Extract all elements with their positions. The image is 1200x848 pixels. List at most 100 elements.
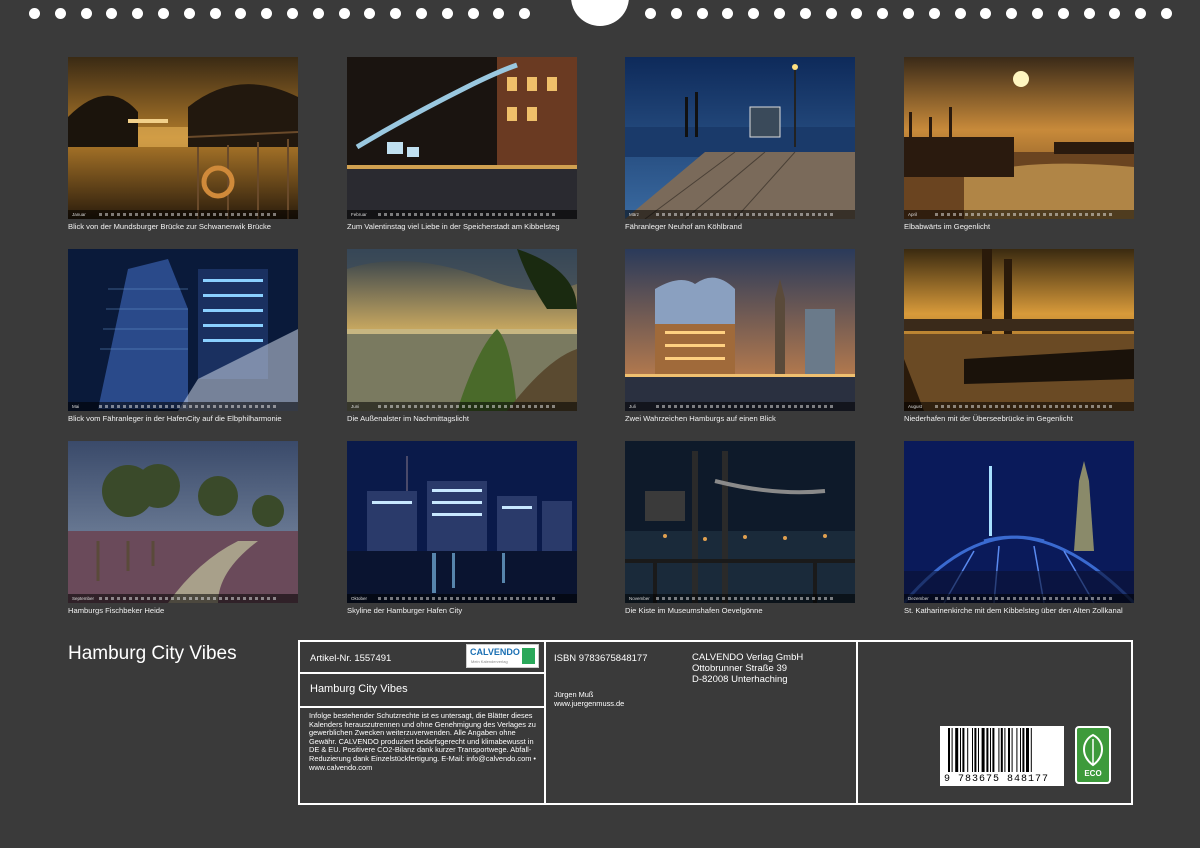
photo-caption: Fähranleger Neuhof am Köhlbrand [625,222,742,231]
publisher-address: CALVENDO Verlag GmbH Ottobrunner Straße … [692,652,804,685]
photo-card: September Hamburgs Fischbeker Heide [68,441,298,616]
binding-hole [184,8,195,19]
binding-hole [132,8,143,19]
month-label: Dezember [908,596,929,601]
month-strip: März [625,210,855,219]
month-label: August [908,404,923,409]
calvendo-logo: CALVENDO Mein Kalenderverlag [466,644,539,668]
month-strip: Juni [347,402,577,411]
binding-hole [800,8,811,19]
binding-hole [81,8,92,19]
month-strip: August [904,402,1134,411]
info-box: Artikel-Nr. 1557491 CALVENDO Mein Kalend… [298,640,1133,805]
binding-hole [851,8,862,19]
month-label: März [629,212,639,217]
photo: September [68,441,298,603]
month-label: September [72,596,95,601]
binding-hole [1109,8,1120,19]
photo-caption: Blick vom Fähranleger in der HafenCity a… [68,414,282,423]
binding-hole [1084,8,1095,19]
photo: April [904,57,1134,219]
month-label: Januar [72,212,86,217]
binding-hole [106,8,117,19]
month-strip: Dezember [904,594,1134,603]
photo-caption: Elbabwärts im Gegenlicht [904,222,991,231]
binding-hole [287,8,298,19]
binding-hole [980,8,991,19]
photo: Dezember [904,441,1134,603]
month-strip: November [625,594,855,603]
isbn: ISBN 9783675848177 [554,653,648,664]
calendar-title: Hamburg City Vibes [68,643,237,664]
binding-hole [29,8,40,19]
binding-hole [748,8,759,19]
binding-hole [339,8,350,19]
photo-card: Juli Zwei Wahrzeichen Hamburgs auf einen … [625,249,855,424]
barcode: 9 783675 848177 [940,726,1064,786]
binding-hole [774,8,785,19]
binding-hole [1058,8,1069,19]
binding-hole [235,8,246,19]
binding-hole [877,8,888,19]
photo-caption: Niederhafen mit der Überseebrücke im Geg… [904,414,1073,423]
photo-caption: Skyline der Hamburger Hafen City [347,606,463,615]
photo: November [625,441,855,603]
binding-hole [929,8,940,19]
binding-hole [1135,8,1146,19]
photo-card: Mai Blick vom Fähranleger in der HafenCit… [68,249,298,424]
photo-card: April Elbabwärts im Gegenlicht [904,57,1134,232]
binding-hole [364,8,375,19]
photo-caption: Die Außenalster im Nachmittagslicht [347,414,469,423]
photo: August [904,249,1134,411]
divider [300,672,544,674]
binding-hole [1006,8,1017,19]
photo: Juni [347,249,577,411]
photo-card: Juni Die Außenalster im Nachmittagslicht [347,249,577,424]
month-strip: Oktober [347,594,577,603]
binding-hole [468,8,479,19]
binding-hole [903,8,914,19]
binding-hole [1161,8,1172,19]
leaf-icon [1083,733,1103,767]
binding-hole [493,8,504,19]
binding-hole [55,8,66,19]
binding-hole [261,8,272,19]
month-label: November [629,596,650,601]
photo-card: August Niederhafen mit der Überseebrücke … [904,249,1134,424]
month-strip: Februar [347,210,577,219]
binding-hole [826,8,837,19]
photo: Mai [68,249,298,411]
month-strip: Mai [68,402,298,411]
photo-caption: Zwei Wahrzeichen Hamburgs auf einen Blic… [625,414,776,423]
binding-hole [416,8,427,19]
photo-card: Februar Zum Valentinstag viel Liebe in de… [347,57,577,232]
binding-hole [671,8,682,19]
photo-caption: Die Kiste im Museumshafen Oevelgönne [625,606,763,615]
photo-caption: Blick von der Mundsburger Brücke zur Sch… [68,222,272,231]
month-strip: September [68,594,298,603]
article-number: Artikel-Nr. 1557491 [310,653,392,664]
divider [856,642,858,803]
binding-hole [442,8,453,19]
photo: März [625,57,855,219]
divider [544,642,546,803]
photo-caption: St. Katharinenkirche mit dem Kibbelsteg … [904,606,1123,615]
month-strip: Juli [625,402,855,411]
photo-card: Oktober Skyline der Hamburger Hafen City [347,441,577,616]
legal-text: Infolge bestehender Schutzrechte ist es … [309,711,536,772]
month-label: April [908,212,918,217]
photo-card: Januar Blick von der Mundsburger Brücke z… [68,57,298,232]
photo-card: Dezember St. Katharinenkirche mit dem Kib… [904,441,1134,616]
box-title: Hamburg City Vibes [310,683,408,695]
binding-hole [313,8,324,19]
month-label: Februar [351,212,367,217]
month-label: Juli [629,404,636,409]
photo: Februar [347,57,577,219]
photo: Juli [625,249,855,411]
binding-hole [210,8,221,19]
eco-badge: ECO [1075,726,1111,784]
photo-caption: Zum Valentinstag viel Liebe in der Speic… [347,222,560,231]
month-label: Mai [72,404,80,409]
photo-caption: Hamburgs Fischbeker Heide [68,606,165,615]
month-strip: Januar [68,210,298,219]
